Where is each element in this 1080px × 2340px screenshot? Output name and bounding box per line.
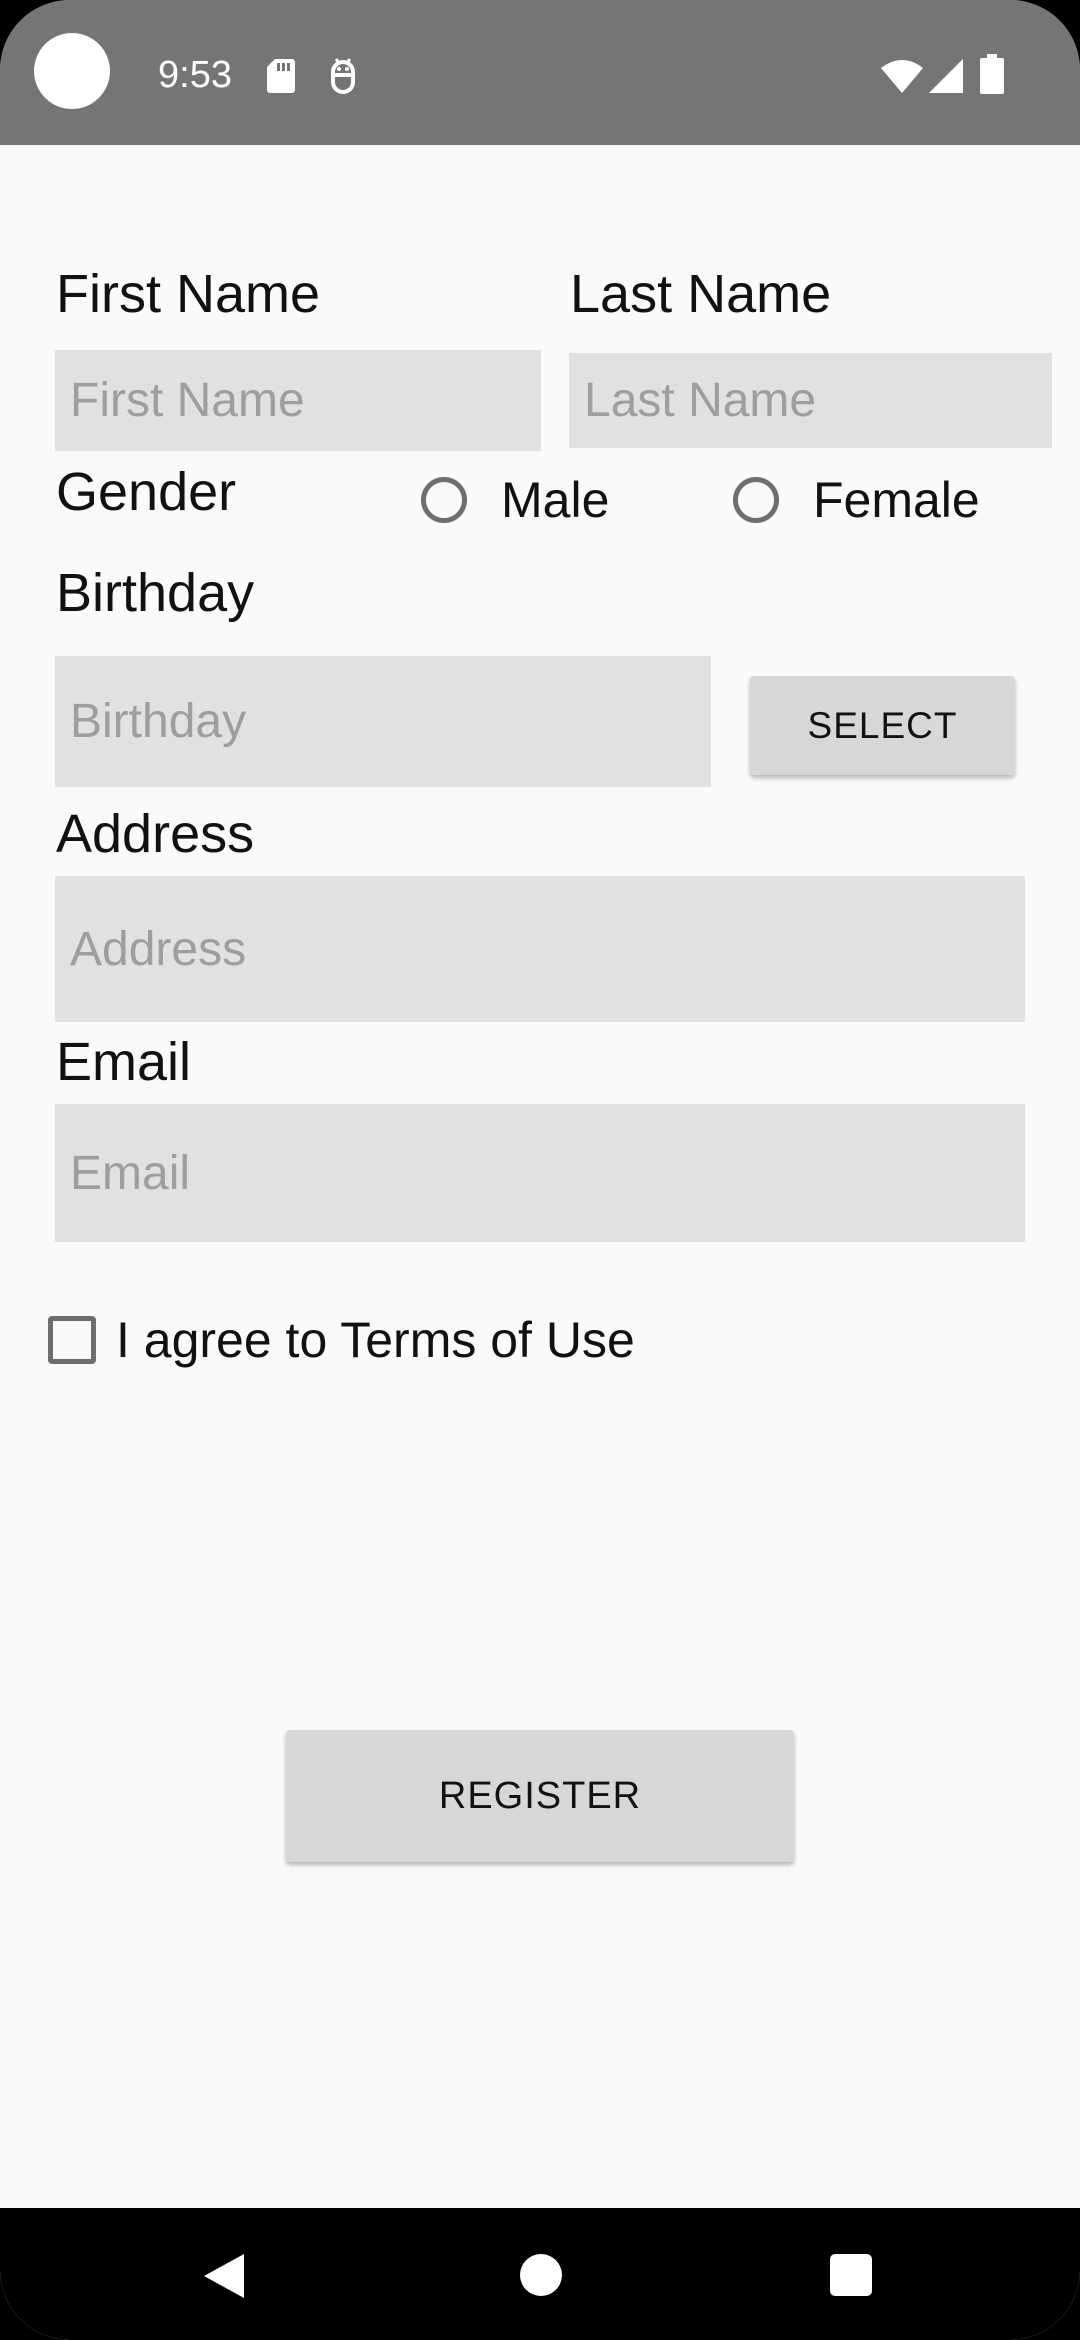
camera-cutout [34,33,110,109]
android-debug-icon [331,58,355,94]
register-button[interactable]: REGISTER [286,1730,794,1862]
first-name-label: First Name [56,264,321,324]
terms-label: I agree to Terms of Use [116,1312,635,1368]
birthday-label: Birthday [56,563,255,623]
select-date-button[interactable]: SELECT [750,676,1015,775]
terms-checkbox-row[interactable]: I agree to Terms of Use [48,1310,635,1370]
address-label: Address [56,804,255,864]
birthday-input[interactable] [55,656,711,787]
terms-checkbox[interactable] [48,1316,96,1364]
gender-radio-male[interactable]: Male [421,465,609,535]
radio-female-circle[interactable] [733,477,779,523]
first-name-input[interactable] [55,350,541,451]
signal-icon [929,59,963,93]
radio-male-label: Male [501,472,610,528]
gender-radio-female[interactable]: Female [733,465,980,535]
status-bar: 9:53 [0,0,1080,145]
gender-label: Gender [56,462,237,522]
last-name-label: Last Name [570,264,832,324]
wifi-icon [881,60,923,93]
app-screen: 9:53 First Name Last Name Ge [0,0,1080,2340]
back-icon[interactable] [202,2252,246,2300]
home-icon[interactable] [520,2254,562,2296]
email-label: Email [56,1032,192,1092]
address-input[interactable] [55,876,1025,1022]
navigation-bar [0,2208,1080,2340]
sd-card-icon [267,59,295,93]
email-input[interactable] [55,1104,1025,1242]
battery-icon [980,54,1004,94]
radio-female-label: Female [813,472,980,528]
radio-male-circle[interactable] [421,477,467,523]
recents-icon[interactable] [830,2254,872,2296]
last-name-input[interactable] [569,353,1052,448]
status-time: 9:53 [158,54,232,96]
